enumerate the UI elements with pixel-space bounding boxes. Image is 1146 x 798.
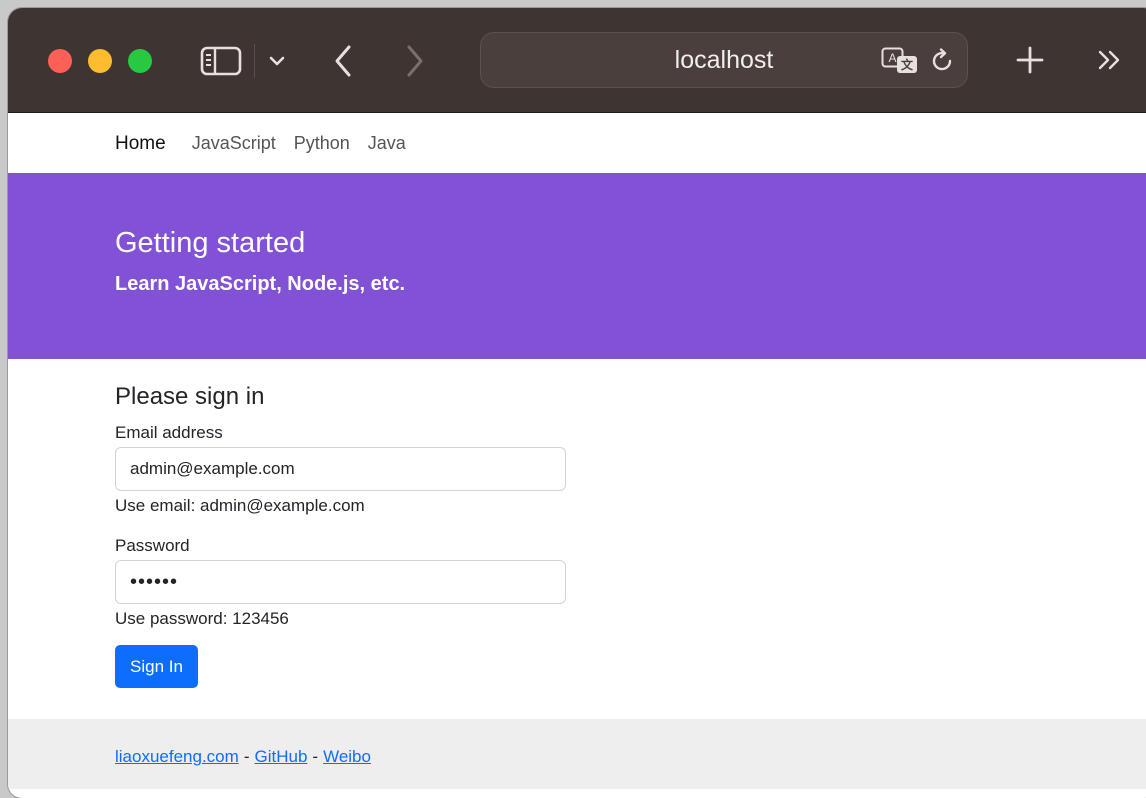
minimize-window-button[interactable]: [88, 49, 112, 73]
toolbar-divider: [254, 44, 255, 78]
browser-toolbar: localhost A 文: [8, 8, 1146, 113]
browser-window: localhost A 文 Home JavaScript Python Jav…: [8, 8, 1146, 798]
plus-icon: [1016, 46, 1044, 74]
back-button[interactable]: [328, 42, 358, 80]
page-footer: liaoxuefeng.com - GitHub - Weibo: [8, 719, 1146, 789]
sign-in-form: Please sign in Email address Use email: …: [115, 383, 575, 688]
hero-subtitle: Learn JavaScript, Node.js, etc.: [115, 273, 406, 295]
footer-separator: -: [243, 747, 250, 766]
email-help-text: Use email: admin@example.com: [115, 496, 365, 515]
chevron-right-icon: [407, 45, 423, 77]
form-title: Please sign in: [115, 383, 265, 410]
footer-links: liaoxuefeng.com - GitHub - Weibo: [115, 747, 371, 767]
svg-text:文: 文: [901, 57, 914, 72]
maximize-window-button[interactable]: [128, 49, 152, 73]
nav-item-home[interactable]: Home: [115, 133, 166, 155]
footer-link-github[interactable]: GitHub: [254, 747, 307, 766]
hero-title: Getting started: [115, 227, 306, 259]
address-bar[interactable]: localhost A 文: [480, 32, 968, 88]
new-tab-button[interactable]: [1012, 42, 1048, 78]
toolbar-overflow-button[interactable]: [1094, 44, 1126, 76]
chevron-down-icon: [269, 56, 285, 66]
hero-banner: Getting started Learn JavaScript, Node.j…: [8, 173, 1146, 359]
web-page: Home JavaScript Python Java Getting star…: [8, 113, 1146, 789]
translate-icon[interactable]: A 文: [881, 47, 919, 75]
svg-text:A: A: [888, 51, 896, 65]
tab-group-menu-button[interactable]: [266, 48, 288, 74]
reload-icon[interactable]: [929, 47, 957, 75]
close-window-button[interactable]: [48, 49, 72, 73]
double-chevron-right-icon: [1098, 50, 1120, 70]
password-label: Password: [115, 536, 190, 555]
chevron-left-icon: [335, 45, 351, 77]
password-field[interactable]: [115, 560, 566, 604]
password-help-text: Use password: 123456: [115, 609, 289, 628]
footer-separator: -: [312, 747, 319, 766]
nav-item-javascript[interactable]: JavaScript: [192, 133, 276, 154]
sidebar-icon: [200, 46, 242, 76]
nav-item-java[interactable]: Java: [368, 133, 406, 154]
forward-button[interactable]: [400, 42, 430, 80]
email-label: Email address: [115, 423, 223, 442]
sidebar-toggle-button[interactable]: [200, 46, 242, 76]
top-nav: Home JavaScript Python Java: [115, 133, 424, 155]
nav-item-python[interactable]: Python: [294, 133, 350, 154]
email-field[interactable]: [115, 447, 566, 491]
footer-link-liaoxuefeng[interactable]: liaoxuefeng.com: [115, 747, 239, 766]
footer-link-weibo[interactable]: Weibo: [323, 747, 371, 766]
sign-in-button[interactable]: Sign In: [115, 645, 198, 688]
